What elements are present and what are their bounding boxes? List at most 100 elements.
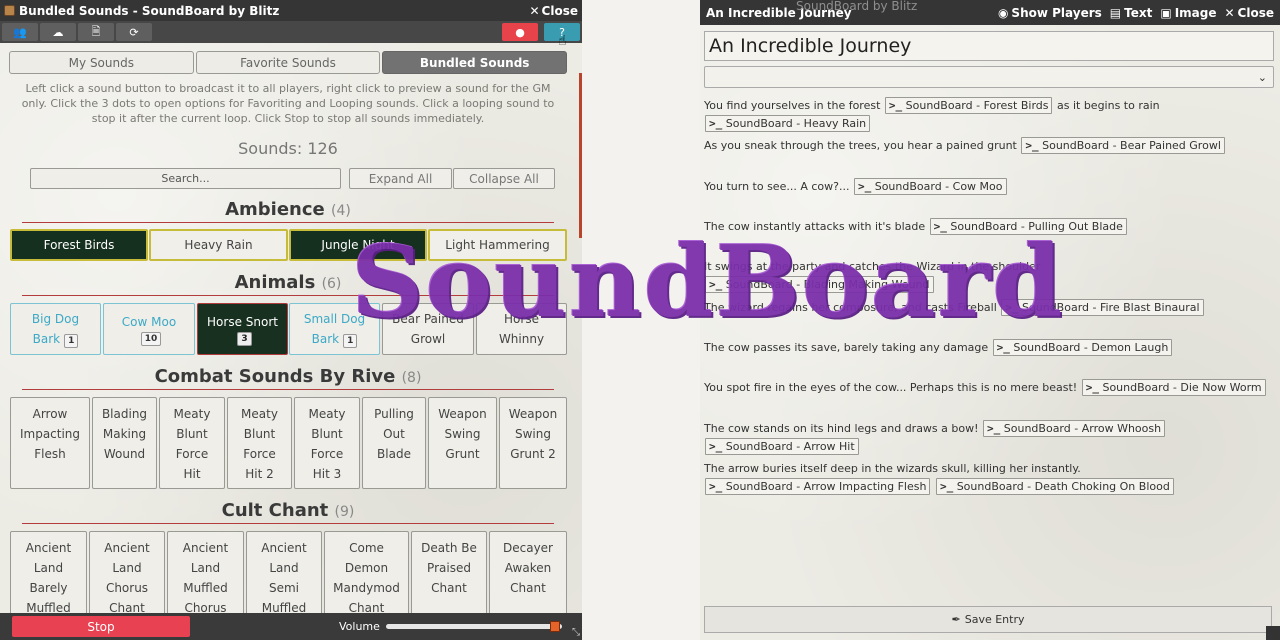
section-cult-chant[interactable]: Cult Chant (9) [22,500,554,524]
expand-all-button[interactable]: Expand All [349,168,452,189]
sound-button[interactable]: Weapon Swing Grunt 2 [499,397,567,489]
sound-macro-button[interactable]: >_ SoundBoard - Fire Blast Binaural [1001,299,1204,316]
cloud-download-icon: ☁ [52,25,64,39]
sound-button-label: Ancient [25,541,72,555]
play-count-badge: 3 [237,332,252,346]
download-button[interactable]: ☁ [40,23,76,41]
file-button[interactable]: 🗎 [78,23,114,41]
sound-button[interactable]: Decayer Awaken Chant [489,531,567,613]
play-count-badge: 1 [343,334,358,348]
sound-macro-button[interactable]: >_ SoundBoard - Arrow Hit [705,438,859,455]
entry-name-input[interactable]: An Incredible Journey [704,31,1274,61]
file-icon: 🗎 [91,24,101,38]
sound-button-label: Grunt [445,447,480,461]
right-titlebar[interactable]: An Incredible Journey SoundBoard by Blitz… [700,0,1280,25]
section-animals[interactable]: Animals (6) [22,272,554,296]
sound-button[interactable]: Ancient Land Muffled Chorus [167,531,244,613]
sound-button[interactable]: Death Be Praised Chant [411,531,487,613]
tab-my-sounds[interactable]: My Sounds [9,51,194,74]
text-button[interactable]: ▤ Text [1110,6,1153,20]
paragraph-text: as it begins to rain [1056,99,1160,112]
sound-macro-button[interactable]: >_ SoundBoard - Pulling Out Blade [929,218,1127,235]
sound-button[interactable]: Ancient Land Chorus Chant [89,531,165,613]
sound-button[interactable]: Weapon Swing Grunt [428,397,497,489]
sound-button[interactable]: Blading Making Wound [92,397,157,489]
paragraph-text: As you sneak through the trees, you hear… [704,139,1017,152]
sound-button[interactable]: Pulling Out Blade [362,397,426,489]
sound-button-label: Grunt 2 [510,447,556,461]
left-titlebar[interactable]: Bundled Sounds - SoundBoard by Blitz ✕ Cl… [0,0,582,21]
sound-macro-button[interactable]: >_ SoundBoard - Blading Making Wound [705,276,934,293]
entry-select[interactable]: ⌄ [704,66,1274,88]
sound-button[interactable]: Big Dog Bark 1 [10,303,101,355]
sound-button-label: Ancient [182,541,229,555]
sound-button-label: Weapon [438,407,487,421]
sound-button-label: Land [190,561,221,575]
pointer-cursor-icon: ☝ [558,33,567,49]
section-ambience[interactable]: Ambience (4) [22,199,554,223]
volume-slider[interactable] [386,621,562,632]
sound-button[interactable]: Ancient Land Semi Muffled [246,531,322,613]
sound-button-label: Blunt [176,427,208,441]
show-players-button[interactable]: ◉ Show Players [998,6,1102,20]
sound-button[interactable]: Bear Pained Growl [382,303,474,355]
sound-button[interactable]: Light Hammering [428,229,567,261]
sound-macro-button[interactable]: >_ SoundBoard - Demon Laugh [992,339,1173,356]
players-button[interactable]: 👥 [2,23,38,41]
sound-button-label: Blade [377,447,411,461]
sound-button-label: Arrow [32,407,68,421]
sound-button-label: Meaty [173,407,211,421]
sound-macro-button[interactable]: >_ SoundBoard - Arrow Impacting Flesh [705,478,931,495]
journal-paragraph: The arrow buries itself deep in the wiza… [704,460,1274,496]
image-button[interactable]: ▣ Image [1160,6,1216,20]
sound-button[interactable]: Cow Moo 10 [103,303,195,355]
paragraph-text: The cow instantly attacks with it's blad… [704,220,926,233]
sound-button[interactable]: Meaty Blunt Force Hit 2 [227,397,292,489]
sound-button[interactable]: Ancient Land Barely Muffled [10,531,87,613]
section-combat-sounds[interactable]: Combat Sounds By Rive (8) [22,366,554,390]
sound-button[interactable]: Forest Birds [10,229,148,261]
sound-button[interactable]: Meaty Blunt Force Hit [159,397,225,489]
sound-macro-button[interactable]: >_ SoundBoard - Die Now Worm [1081,379,1266,396]
sound-button[interactable]: Jungle Night [289,229,427,261]
stop-button[interactable]: Stop [12,616,190,637]
tab-favorite-sounds[interactable]: Favorite Sounds [195,51,381,74]
search-input[interactable]: Search... [30,168,341,189]
sound-macro-button[interactable]: >_ SoundBoard - Arrow Whoosh [983,420,1166,437]
sound-button[interactable]: Come Demon Mandymod Chant [324,531,409,613]
sound-macro-button[interactable]: >_ SoundBoard - Forest Birds [884,97,1053,114]
refresh-button[interactable]: ⟳ [116,23,152,41]
tab-bundled-sounds[interactable]: Bundled Sounds [382,51,568,74]
right-close-button[interactable]: ✕ Close [1224,6,1274,20]
sound-button-label: Out [383,427,405,441]
macro-label: SoundBoard - Bear Pained Growl [1042,139,1221,152]
eye-icon: ◉ [997,5,1009,20]
resize-handle-icon[interactable]: ⤡ [572,627,580,638]
sound-button[interactable]: Small Dog Bark 1 [289,303,380,355]
sound-button[interactable]: Horse Whinny [476,303,567,355]
sound-button[interactable]: Heavy Rain [149,229,288,261]
sound-macro-button[interactable]: >_ SoundBoard - Bear Pained Growl [1021,137,1225,154]
save-entry-button[interactable]: ✒ Save Entry [704,606,1272,633]
sound-macro-button[interactable]: >_ SoundBoard - Heavy Rain [705,115,871,132]
left-close-button[interactable]: ✕ Close [529,4,578,18]
sound-button-label: Pulling [374,407,414,421]
sound-macro-button[interactable]: >_ SoundBoard - Death Choking On Blood [935,478,1174,495]
help-text: Left click a sound button to broadcast i… [21,82,555,125]
resize-corner[interactable] [1266,626,1280,640]
soundboard-window: Bundled Sounds - SoundBoard by Blitz ✕ Cl… [0,0,582,640]
terminal-icon: >_ [888,99,903,112]
sound-button[interactable]: Arrow Impacting Flesh [10,397,90,489]
record-button[interactable]: ● [502,23,538,41]
macro-label: SoundBoard - Fire Blast Binaural [1022,301,1200,314]
collapse-all-button[interactable]: Collapse All [453,168,555,189]
sound-button[interactable]: Horse Snort 3 [197,303,288,355]
sound-button-label: Decayer [503,541,553,555]
sound-button-label: Chant [348,601,385,613]
sound-button[interactable]: Meaty Blunt Force Hit 3 [294,397,360,489]
sound-button-label: Hit [183,467,201,481]
journal-paragraph: The wizard regains her composure, and ca… [704,299,1274,317]
sound-macro-button[interactable]: >_ SoundBoard - Cow Moo [853,178,1007,195]
users-icon: 👥 [13,25,27,39]
volume-slider-knob[interactable] [549,621,560,632]
